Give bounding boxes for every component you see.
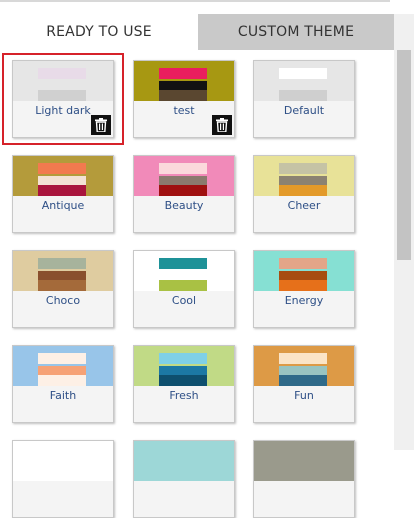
color-swatch <box>159 258 207 269</box>
theme-card[interactable]: Antique <box>12 155 114 233</box>
color-swatch <box>159 461 207 470</box>
color-swatch <box>38 366 86 375</box>
theme-name: Cheer <box>287 199 321 212</box>
color-swatch <box>279 375 327 386</box>
theme-preview <box>13 251 113 291</box>
theme-preview <box>134 441 234 481</box>
color-swatch <box>279 176 327 185</box>
theme-name: Cool <box>171 294 197 307</box>
theme-name: Fresh <box>169 389 199 402</box>
selected-theme-highlight <box>2 53 124 145</box>
theme-card[interactable]: Default <box>253 60 355 138</box>
trash-icon <box>216 118 228 132</box>
top-divider <box>0 0 390 2</box>
color-swatch <box>279 258 327 269</box>
theme-preview <box>254 441 354 481</box>
color-swatch <box>38 353 86 364</box>
color-swatch <box>159 366 207 375</box>
theme-card-footer <box>13 481 113 517</box>
theme-name: Default <box>283 104 325 117</box>
theme-preview <box>254 156 354 196</box>
theme-card[interactable]: Cool <box>133 250 235 328</box>
color-swatch <box>159 68 207 79</box>
color-swatch <box>279 81 327 90</box>
theme-card[interactable] <box>12 440 114 518</box>
color-swatch <box>159 353 207 364</box>
theme-name: Faith <box>49 389 77 402</box>
color-swatch <box>38 461 86 470</box>
color-swatch <box>279 271 327 280</box>
color-swatch <box>38 280 86 291</box>
color-swatch <box>159 271 207 280</box>
color-swatch <box>38 176 86 185</box>
theme-preview <box>13 156 113 196</box>
color-swatch <box>38 271 86 280</box>
theme-card[interactable]: Faith <box>12 345 114 423</box>
theme-card[interactable]: Fresh <box>133 345 235 423</box>
theme-preview <box>134 346 234 386</box>
theme-card[interactable]: Cheer <box>253 155 355 233</box>
theme-card[interactable]: test <box>133 60 235 138</box>
delete-theme-button[interactable] <box>212 115 232 135</box>
color-swatch <box>159 375 207 386</box>
color-swatch <box>159 90 207 101</box>
color-swatch <box>38 185 86 196</box>
theme-card[interactable]: Fun <box>253 345 355 423</box>
color-swatch <box>159 280 207 291</box>
theme-preview <box>254 251 354 291</box>
color-swatch <box>159 81 207 90</box>
color-swatch <box>279 366 327 375</box>
theme-name: Fun <box>294 389 314 402</box>
color-swatch <box>38 470 86 481</box>
theme-name: Choco <box>45 294 81 307</box>
theme-card[interactable]: Choco <box>12 250 114 328</box>
theme-preview <box>13 346 113 386</box>
theme-preview <box>134 156 234 196</box>
color-swatch <box>38 375 86 386</box>
scrollbar[interactable] <box>394 14 414 450</box>
theme-card[interactable]: Energy <box>253 250 355 328</box>
color-swatch <box>279 353 327 364</box>
theme-card[interactable] <box>253 440 355 518</box>
theme-card[interactable] <box>133 440 235 518</box>
color-swatch <box>159 163 207 174</box>
color-swatch <box>279 280 327 291</box>
color-swatch <box>159 470 207 481</box>
theme-card-footer <box>254 481 354 517</box>
theme-card[interactable]: Beauty <box>133 155 235 233</box>
theme-preview <box>13 441 113 481</box>
theme-preview <box>134 251 234 291</box>
theme-name: Energy <box>284 294 324 307</box>
tab-ready-to-use[interactable]: READY TO USE <box>0 14 198 50</box>
theme-preview <box>134 61 234 101</box>
color-swatch <box>159 176 207 185</box>
color-swatch <box>159 185 207 196</box>
color-swatch <box>279 163 327 174</box>
theme-tabs: READY TO USE CUSTOM THEME <box>0 14 394 50</box>
theme-preview <box>254 346 354 386</box>
theme-name: Antique <box>41 199 85 212</box>
theme-name: Beauty <box>164 199 204 212</box>
color-swatch <box>279 68 327 79</box>
tab-custom-theme[interactable]: CUSTOM THEME <box>198 14 394 50</box>
color-swatch <box>38 163 86 174</box>
color-swatch <box>279 90 327 101</box>
theme-preview <box>254 61 354 101</box>
scrollbar-thumb[interactable] <box>397 50 411 260</box>
color-swatch <box>38 258 86 269</box>
theme-card-footer <box>134 481 234 517</box>
color-swatch <box>279 470 327 481</box>
color-swatch <box>279 461 327 470</box>
color-swatch <box>279 185 327 196</box>
